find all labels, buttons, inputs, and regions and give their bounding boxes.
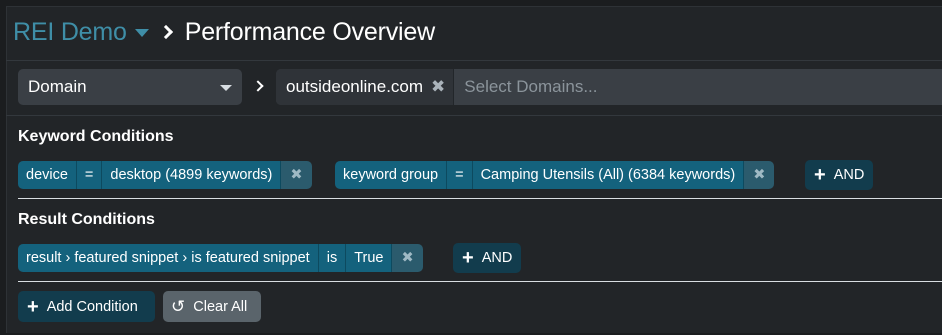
divider: [18, 198, 942, 199]
keyword-conditions-label: Keyword Conditions: [18, 128, 174, 145]
close-icon[interactable]: ✖: [391, 244, 423, 272]
caret-down-icon[interactable]: [134, 29, 149, 37]
and-label: AND: [481, 250, 513, 266]
page-title: Performance Overview: [184, 17, 435, 46]
condition-field[interactable]: result › featured snippet › is featured …: [18, 244, 318, 272]
domain-type-select[interactable]: Domain: [18, 69, 242, 105]
domain-tag-label: outsideonline.com: [286, 77, 424, 96]
brand-menu[interactable]: REI Demo: [13, 18, 127, 47]
domain-multiselect[interactable]: outsideonline.com ✖ Select Domains...: [276, 69, 942, 105]
condition-operator[interactable]: =: [446, 161, 472, 189]
undo-icon: ↺: [171, 297, 186, 316]
add-and-button[interactable]: + AND: [453, 243, 522, 273]
condition-value[interactable]: Camping Utensils (All) (6384 keywords): [471, 161, 744, 189]
plus-icon: +: [27, 295, 39, 318]
and-label: AND: [833, 167, 865, 183]
plus-icon: +: [462, 247, 474, 269]
domain-tag: outsideonline.com ✖: [276, 69, 455, 105]
condition-value[interactable]: True: [345, 244, 392, 272]
condition-chip[interactable]: result › featured snippet › is featured …: [18, 244, 423, 272]
condition-chip[interactable]: keyword group = Camping Utensils (All) (…: [335, 161, 775, 189]
result-conditions-label: Result Conditions: [18, 211, 155, 228]
condition-operator[interactable]: is: [317, 244, 346, 272]
close-icon[interactable]: ✖: [431, 77, 445, 97]
clear-all-button[interactable]: ↺ Clear All: [163, 291, 261, 322]
divider: [6, 115, 942, 116]
chevron-right-icon: [158, 24, 173, 40]
close-icon[interactable]: ✖: [743, 161, 775, 189]
plus-icon: +: [814, 164, 826, 186]
domain-type-value: Domain: [28, 77, 87, 96]
clear-all-label: Clear All: [193, 298, 248, 315]
condition-chip[interactable]: device = desktop (4899 keywords) ✖: [18, 161, 312, 189]
caret-down-icon: [220, 85, 232, 91]
condition-field[interactable]: device: [18, 161, 76, 189]
condition-field[interactable]: keyword group: [335, 161, 447, 189]
add-condition-button[interactable]: + Add Condition: [18, 291, 155, 322]
condition-value[interactable]: desktop (4899 keywords): [101, 161, 281, 189]
header: REI Demo Performance Overview: [13, 12, 435, 52]
domain-search-input[interactable]: Select Domains...: [454, 69, 942, 105]
divider: [6, 60, 942, 61]
divider: [18, 281, 942, 282]
add-condition-label: Add Condition: [46, 298, 138, 315]
add-and-button[interactable]: + AND: [805, 160, 874, 190]
condition-operator[interactable]: =: [75, 161, 102, 189]
close-icon[interactable]: ✖: [280, 161, 312, 189]
